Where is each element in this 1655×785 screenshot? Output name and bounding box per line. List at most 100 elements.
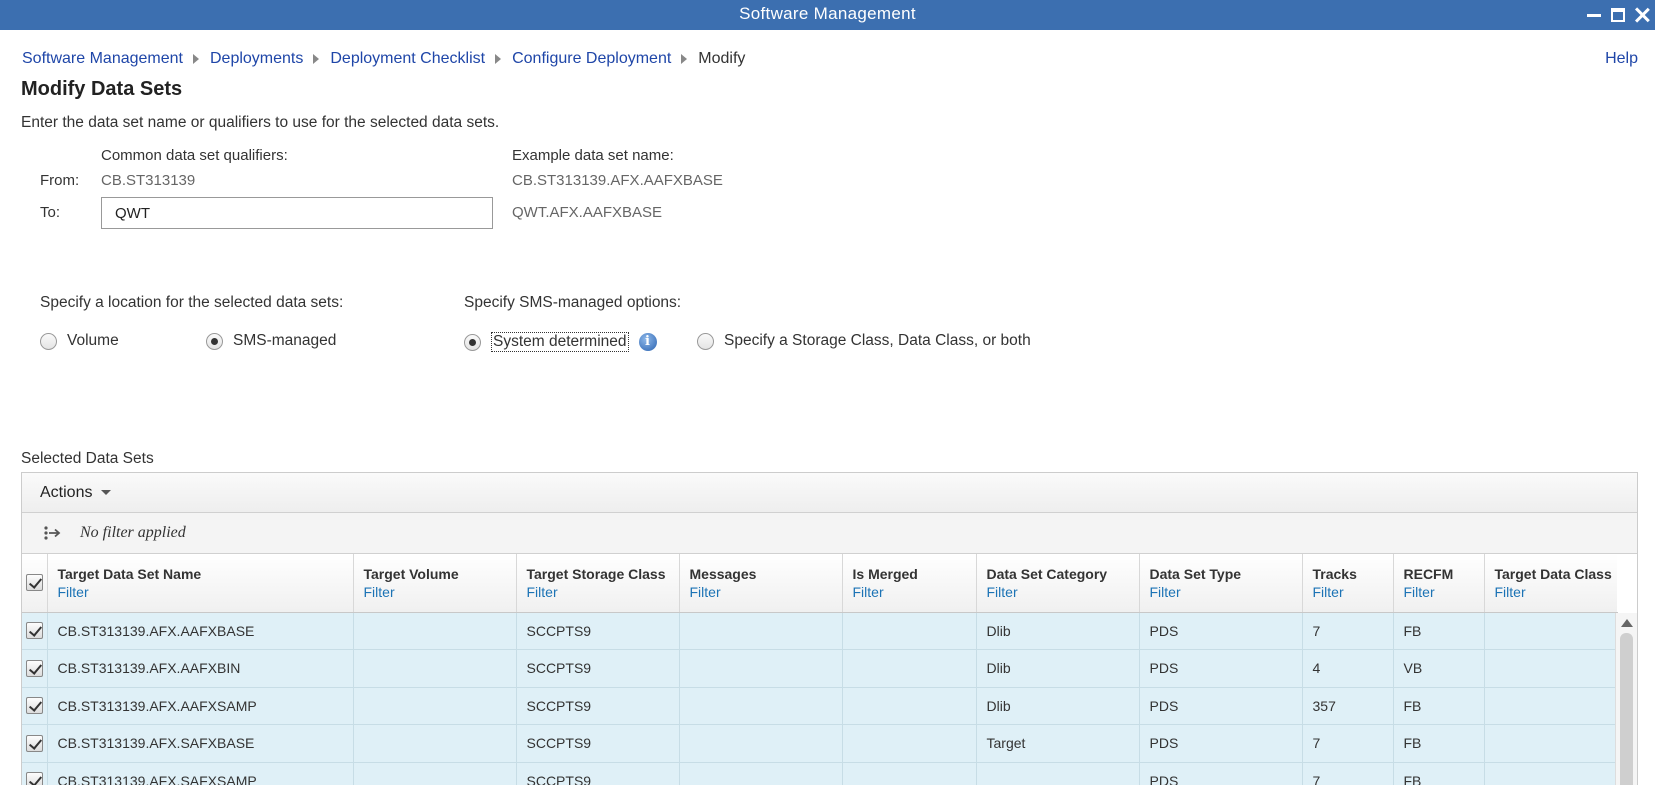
filter-link[interactable]: Filter [853, 584, 966, 600]
help-link[interactable]: Help [1605, 50, 1638, 68]
info-icon[interactable]: i [638, 333, 657, 351]
table-cell: PDS [1139, 612, 1303, 650]
filter-status: No filter applied [80, 524, 186, 541]
table-cell [842, 649, 977, 688]
radio-circle[interactable] [464, 333, 481, 351]
table-cell: SCCPTS9 [516, 649, 680, 688]
row-checkbox[interactable] [26, 659, 43, 677]
breadcrumb-deployments[interactable]: Deployments [210, 50, 303, 68]
table-row[interactable]: CB.ST313139.AFX.AAFXBASE SCCPTS9 Dlib PD… [22, 612, 1618, 650]
radio-circle[interactable] [206, 332, 223, 350]
filter-link[interactable]: Filter [1313, 584, 1383, 600]
maximize-icon[interactable] [1609, 6, 1627, 24]
radio-circle[interactable] [40, 332, 57, 350]
table-cell [353, 687, 517, 725]
table-cell: Target [976, 724, 1140, 763]
select-all-checkbox[interactable] [26, 574, 43, 592]
column-header[interactable]: Target Data Class Filter [1484, 554, 1617, 613]
table-cell: Dlib [976, 612, 1140, 650]
vertical-scrollbar[interactable] [1615, 613, 1637, 785]
filter-link[interactable]: Filter [987, 584, 1129, 600]
table-row[interactable]: CB.ST313139.AFX.SAFXSAMP SCCPTS9 PDS 7 F… [22, 762, 1618, 785]
scrollbar-thumb[interactable] [1620, 633, 1633, 785]
row-checkbox[interactable] [26, 734, 43, 752]
chevron-down-icon [101, 490, 112, 495]
system-determined-radio-label: System determined [491, 332, 629, 352]
grid-toolbar: Actions [22, 473, 1637, 513]
column-header[interactable]: Target Data Set Name Filter [47, 554, 354, 613]
storage-class-radio[interactable]: Specify a Storage Class, Data Class, or … [697, 332, 1031, 350]
close-icon[interactable] [1633, 6, 1651, 24]
page-intro: Enter the data set name or qualifiers to… [21, 114, 500, 131]
table-cell: SCCPTS9 [516, 724, 680, 763]
row-select-cell [22, 612, 48, 650]
table-cell: VB [1393, 649, 1485, 688]
volume-radio[interactable]: Volume [40, 332, 119, 350]
row-checkbox[interactable] [26, 772, 43, 785]
row-checkbox[interactable] [26, 697, 43, 715]
data-sets-table: Target Data Set Name Filter Target Volume… [22, 554, 1618, 785]
chevron-right-icon [313, 54, 320, 64]
actions-menu-button[interactable]: Actions [40, 483, 112, 502]
table-cell: 7 [1302, 724, 1394, 763]
system-determined-radio[interactable]: System determined i [464, 332, 657, 352]
breadcrumb-software-management[interactable]: Software Management [22, 50, 183, 68]
scroll-up-icon[interactable] [1621, 619, 1633, 627]
table-cell [1484, 612, 1618, 650]
filter-link[interactable]: Filter [364, 584, 506, 600]
table-row[interactable]: CB.ST313139.AFX.SAFXBASE SCCPTS9 Target … [22, 724, 1618, 763]
column-header[interactable]: Data Set Category Filter [976, 554, 1140, 613]
filter-link[interactable]: Filter [527, 584, 669, 600]
filter-link[interactable]: Filter [690, 584, 832, 600]
sms-managed-radio[interactable]: SMS-managed [206, 332, 336, 350]
row-select-cell [22, 762, 48, 785]
data-sets-grid: Actions No filter applied Target Data Se… [21, 472, 1638, 785]
breadcrumb-deployment-checklist[interactable]: Deployment Checklist [330, 50, 485, 68]
minimize-icon[interactable] [1585, 6, 1603, 24]
table-cell [842, 762, 977, 785]
filter-link[interactable]: Filter [58, 584, 343, 600]
to-qualifier-input[interactable] [101, 197, 493, 229]
table-cell: Dlib [976, 687, 1140, 725]
sms-options-label: Specify SMS-managed options: [464, 294, 682, 311]
row-checkbox[interactable] [26, 622, 43, 640]
filter-toggle-icon[interactable] [41, 522, 63, 544]
table-cell [679, 762, 843, 785]
table-cell [842, 687, 977, 725]
filter-link[interactable]: Filter [1495, 584, 1608, 600]
column-header[interactable]: RECFM Filter [1393, 554, 1485, 613]
table-cell [679, 612, 843, 650]
table-cell: SCCPTS9 [516, 612, 680, 650]
common-qualifiers-header: Common data set qualifiers: [101, 147, 288, 164]
column-header[interactable]: Messages Filter [679, 554, 843, 613]
table-cell: 7 [1302, 762, 1394, 785]
table-cell: CB.ST313139.AFX.SAFXBASE [47, 724, 354, 763]
column-header[interactable]: Is Merged Filter [842, 554, 977, 613]
table-row[interactable]: CB.ST313139.AFX.AAFXSAMP SCCPTS9 Dlib PD… [22, 687, 1618, 725]
filter-link[interactable]: Filter [1404, 584, 1474, 600]
from-example-value: CB.ST313139.AFX.AAFXBASE [512, 172, 723, 189]
table-cell: CB.ST313139.AFX.AAFXSAMP [47, 687, 354, 725]
table-cell [679, 649, 843, 688]
column-header[interactable]: Target Storage Class Filter [516, 554, 680, 613]
radio-circle[interactable] [697, 332, 714, 350]
to-example-value: QWT.AFX.AAFXBASE [512, 204, 663, 221]
sms-managed-radio-label: SMS-managed [233, 332, 337, 349]
table-cell [353, 649, 517, 688]
breadcrumb-configure-deployment[interactable]: Configure Deployment [512, 50, 671, 68]
table-cell: Dlib [976, 649, 1140, 688]
table-cell [353, 762, 517, 785]
from-label: From: [40, 172, 80, 189]
table-cell [1484, 687, 1618, 725]
to-label: To: [40, 204, 61, 221]
table-row[interactable]: CB.ST313139.AFX.AAFXBIN SCCPTS9 Dlib PDS… [22, 649, 1618, 688]
location-label: Specify a location for the selected data… [40, 294, 344, 311]
column-header[interactable]: Data Set Type Filter [1139, 554, 1303, 613]
column-header[interactable]: Target Volume Filter [353, 554, 517, 613]
title-bar: Software Management [0, 0, 1655, 30]
column-header[interactable]: Tracks Filter [1302, 554, 1394, 613]
filter-link[interactable]: Filter [1150, 584, 1292, 600]
table-cell: SCCPTS9 [516, 762, 680, 785]
actions-label: Actions [40, 483, 93, 501]
table-cell [353, 612, 517, 650]
